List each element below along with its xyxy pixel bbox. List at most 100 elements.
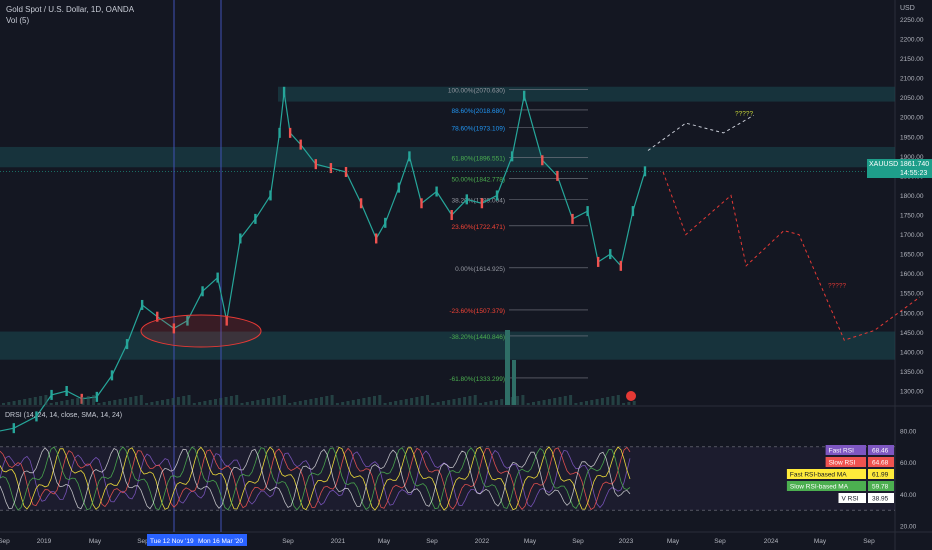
volume-bar <box>547 399 551 405</box>
price-point-41 <box>571 213 574 224</box>
annotation-down: ????? <box>828 282 846 289</box>
volume-bar <box>595 399 599 405</box>
x-tick-0: Sep <box>0 538 10 545</box>
price-point-27 <box>375 233 378 244</box>
volume-bar <box>484 402 488 405</box>
volume-bar <box>192 403 196 405</box>
volume-bar <box>351 400 355 405</box>
price-tick-11: 1700.00 <box>900 232 924 239</box>
volume-bar <box>452 399 456 405</box>
volume-bar <box>7 402 11 405</box>
volume-bar <box>436 402 440 405</box>
volume-bar <box>17 400 21 405</box>
volume-bar <box>500 399 504 405</box>
fib-label-8: -23.60%(1507.379) <box>449 308 505 315</box>
annotation-up: ????? <box>735 110 753 117</box>
x-tick-5: Mon 16 Mar '20 <box>198 538 243 545</box>
volume-bar <box>187 395 191 405</box>
price-chart[interactable]: 100.00%(2070.630) 88.60%(2018.680) 78.60%(… <box>0 0 932 550</box>
volume-bar <box>410 398 414 405</box>
volume-bar <box>330 395 334 405</box>
legend-label-2: Fast RSI-based MA <box>790 472 847 479</box>
volume-bar <box>335 403 339 405</box>
volume-bar <box>463 397 467 405</box>
price-badge-symbol: XAUUSD <box>869 161 899 168</box>
volume-bar <box>272 397 276 405</box>
currency-label: USD <box>900 5 915 12</box>
zone-0 <box>278 86 895 102</box>
volume-bar <box>325 396 329 405</box>
volume-bar <box>113 400 117 405</box>
price-tick-6: 1950.00 <box>900 134 924 141</box>
x-tick-4: Tue 12 Nov '19 <box>150 538 194 545</box>
news-flag-icon <box>626 391 636 401</box>
volume-bar <box>431 403 435 405</box>
price-point-42 <box>586 206 589 217</box>
volume-bar <box>473 395 477 405</box>
volume-bar <box>415 397 419 405</box>
legend-label-4: V RSI <box>842 496 859 503</box>
symbol-title[interactable]: Gold Spot / U.S. Dollar, 1D, OANDA <box>6 5 134 14</box>
price-point-1 <box>12 423 15 434</box>
volume-bar <box>39 396 43 405</box>
price-point-6 <box>95 391 99 402</box>
volume-bar <box>516 396 520 405</box>
fib-label-9: -38.20%(1440.846) <box>449 334 505 341</box>
legend-value-1: 64.68 <box>872 460 889 467</box>
volume-bar <box>579 402 583 405</box>
volume-bar <box>590 400 594 405</box>
price-point-32 <box>435 186 438 197</box>
volume-bar <box>553 398 557 405</box>
volume-bar <box>373 396 376 405</box>
volume-bar <box>346 401 350 405</box>
price-tick-2: 2150.00 <box>900 56 924 63</box>
price-point-30 <box>408 151 411 162</box>
volume-bar <box>622 403 626 405</box>
volume-bar <box>600 398 604 405</box>
volume-bar <box>86 396 90 405</box>
rsi-tick-2: 40.00 <box>900 492 917 499</box>
price-point-28 <box>384 217 387 228</box>
x-tick-13: 2023 <box>619 538 634 545</box>
x-tick-12: Sep <box>572 538 584 545</box>
x-tick-18: Sep <box>863 538 875 545</box>
x-tick-7: 2021 <box>331 538 346 545</box>
volume-bar <box>76 398 80 405</box>
volume-bar <box>288 403 292 405</box>
x-tick-17: May <box>814 538 827 545</box>
price-point-43 <box>596 256 600 267</box>
volume-bar <box>558 397 562 405</box>
volume-bar <box>611 396 615 405</box>
fib-label-1: 88.60%(2018.680) <box>452 108 506 115</box>
price-tick-4: 2050.00 <box>900 95 924 102</box>
price-tick-0: 2250.00 <box>900 17 924 24</box>
price-point-20 <box>282 86 286 97</box>
volume-bar <box>298 401 302 405</box>
rsi-tick-1: 60.00 <box>900 460 917 467</box>
volume-bar <box>33 397 37 405</box>
price-point-4 <box>65 386 68 396</box>
fib-label-10: -61.80%(1333.299) <box>449 376 505 383</box>
legend-value-0: 68.46 <box>872 448 889 455</box>
volume-bar <box>457 398 461 405</box>
x-tick-2: May <box>89 538 102 545</box>
volume-label[interactable]: Vol (5) <box>6 16 29 25</box>
volume-bar <box>12 401 16 405</box>
price-point-46 <box>631 206 635 217</box>
fib-label-4: 50.00%(1842.778) <box>452 177 506 184</box>
volume-bar <box>108 401 111 405</box>
legend-value-2: 61.99 <box>872 472 889 479</box>
legend-label-1: Slow RSI <box>829 460 856 467</box>
volume-bar <box>606 397 610 405</box>
volume-bar <box>161 400 164 405</box>
highlight-ellipse <box>140 314 262 348</box>
volume-bar <box>214 399 217 405</box>
price-point-23 <box>314 159 317 170</box>
price-tick-19: 1300.00 <box>900 389 924 396</box>
volume-bar <box>362 398 366 405</box>
price-tick-16: 1450.00 <box>900 330 924 337</box>
chart-root: 100.00%(2070.630) 88.60%(2018.680) 78.60%(… <box>0 0 932 550</box>
price-point-16 <box>239 233 242 244</box>
volume-bar <box>489 401 493 405</box>
volume-bar <box>526 403 530 405</box>
